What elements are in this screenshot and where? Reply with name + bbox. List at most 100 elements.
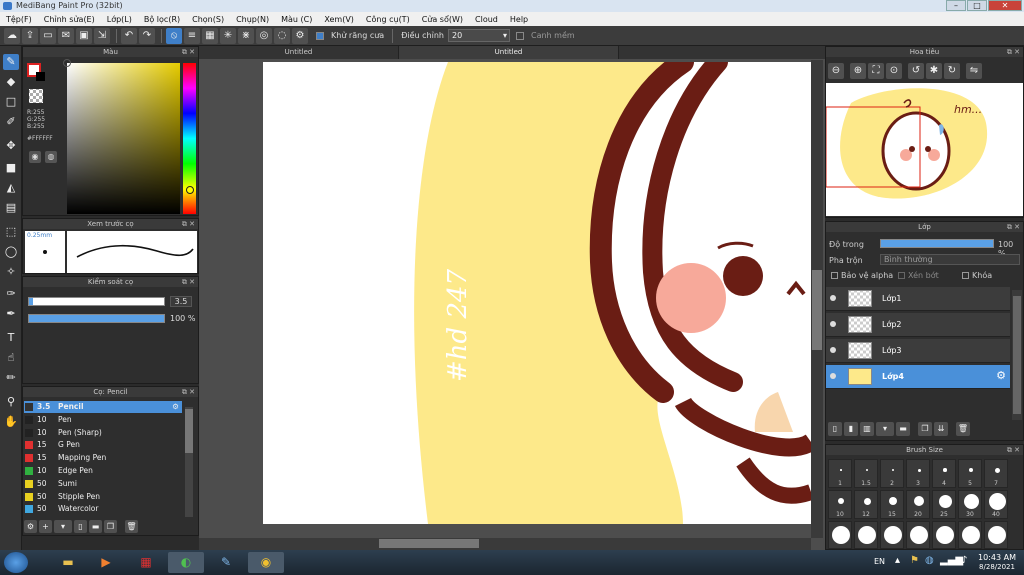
zoom-in-icon[interactable]: ⊕ [850,63,866,79]
lock-checkbox[interactable] [962,272,969,279]
tray-app-icon[interactable]: ◍ [925,555,934,566]
minimize-button[interactable]: – [946,0,966,11]
comment-icon[interactable]: ▭ [40,27,56,44]
brush-size-cell[interactable] [932,521,956,549]
merge-layer-icon[interactable]: ⇊ [934,422,948,436]
rotate-right-icon[interactable]: ↻ [944,63,960,79]
select-eraser-tool-icon[interactable]: ✒ [3,306,19,322]
chat-icon[interactable]: ✉ [58,27,74,44]
select-tool-icon[interactable]: ⬚ [3,224,19,240]
undo-icon[interactable]: ↶ [121,27,137,44]
brush-size-cell[interactable]: 15 [880,490,904,519]
menu-cloud[interactable]: Cloud [469,15,504,24]
transparent-color-swatch[interactable] [29,89,43,103]
brush-list-item[interactable]: 10 Pen [24,414,182,426]
layer-settings-icon[interactable]: ⚙ [996,369,1006,382]
brush-tool-icon[interactable]: ✎ [3,54,19,70]
language-indicator[interactable]: EN [874,557,885,566]
brush-size-value[interactable]: 3.5 [170,296,192,307]
menu-edit[interactable]: Chỉnh sửa(E) [38,15,101,24]
add-brush-icon[interactable]: + [39,520,52,533]
brush-file-icon[interactable]: ▯ [74,520,87,533]
menu-window[interactable]: Cửa sổ(W) [416,15,469,24]
brush-list-item[interactable]: 50 Stipple Pen [24,491,182,503]
maximize-button[interactable]: □ [967,0,987,11]
canvas-horizontal-scrollbar[interactable] [199,538,811,550]
brush-size-cell[interactable]: 1.5 [854,459,878,488]
menu-help[interactable]: Help [504,15,534,24]
magic-wand-tool-icon[interactable]: ✧ [3,264,19,280]
share-icon[interactable]: ⇪ [22,27,38,44]
brush-size-cell[interactable]: 3 [906,459,930,488]
cloud-icon[interactable]: ☁ [4,27,20,44]
volume-icon[interactable]: ♪ [961,555,967,566]
color-history-icon[interactable]: ◍ [45,151,57,163]
new-layer-icon[interactable]: ▯ [828,422,842,436]
tab-untitled-2[interactable]: Untitled [399,46,619,59]
flip-icon[interactable]: ⇋ [966,63,982,79]
tray-arrow-icon[interactable]: ▴ [895,555,900,566]
brush-size-cell[interactable] [880,521,904,549]
grid-snap-icon[interactable]: ▦ [202,27,218,44]
palette-icon[interactable]: ◉ [29,151,41,163]
bucket-tool-icon[interactable]: ◭ [3,180,19,196]
brush-size-cell[interactable] [854,521,878,549]
canvas-vertical-scrollbar[interactable] [811,60,823,538]
brush-size-cell[interactable]: 2 [880,459,904,488]
layer-visibility-icon[interactable] [830,295,836,301]
brush-list-item[interactable]: 10 Edge Pen [24,465,182,477]
color-picker-cursor[interactable] [63,59,71,67]
brush-size-cell[interactable] [828,521,852,549]
parallel-snap-icon[interactable]: ≡ [184,27,200,44]
network-icon[interactable]: ▂▄▆ [940,555,963,566]
brush-list-item[interactable]: 50 Watercolor [24,503,182,515]
brush-size-cell[interactable] [984,521,1008,549]
menu-color[interactable]: Màu (C) [275,15,318,24]
eraser-tool-icon[interactable]: ◆ [3,74,19,90]
saturation-value-picker[interactable] [67,63,180,214]
brush-size-cell[interactable]: 30 [958,490,982,519]
brush-list-item[interactable]: 15 Mapping Pen [24,452,182,464]
perspective-snap-icon[interactable]: ⋇ [238,27,254,44]
radial-snap-icon[interactable]: ✳ [220,27,236,44]
brush-size-slider[interactable] [28,297,165,306]
brush-list-item[interactable]: 15 G Pen [24,439,182,451]
gradient-tool-icon[interactable]: ▤ [3,200,19,216]
menu-view[interactable]: Xem(V) [318,15,360,24]
media-player-icon[interactable]: ▶ [88,552,124,573]
select-pen-tool-icon[interactable]: ✑ [3,286,19,302]
export-icon[interactable]: ⇲ [94,27,110,44]
rotate-left-icon[interactable]: ↺ [908,63,924,79]
delete-layer-icon[interactable]: 🗑 [956,422,970,436]
brush-opacity-slider[interactable] [28,314,165,323]
close-button[interactable]: ✕ [988,0,1022,11]
layer-visibility-icon[interactable] [830,321,836,327]
app-grid-icon[interactable]: ▦ [128,552,164,573]
clipping-checkbox[interactable] [898,272,905,279]
eyedropper-tool-icon[interactable]: ⚲ [3,394,19,410]
layer-row[interactable]: Lớp3 [826,339,1010,363]
brush-delete-icon[interactable]: 🗑 [125,520,138,533]
drawing-canvas[interactable]: phamlegianhu 08 #hd 247 [263,62,811,524]
text-tool-icon[interactable]: T [3,330,19,346]
layer-folder-icon[interactable]: ▬ [896,422,910,436]
hue-slider-handle[interactable] [186,186,194,194]
brush-settings-icon[interactable]: ⚙ [24,520,37,533]
brush-size-cell[interactable]: 4 [932,459,956,488]
menu-layer[interactable]: Lớp(L) [101,15,138,24]
brush-folder-icon[interactable]: ▬ [89,520,102,533]
smooth-checkbox[interactable] [515,31,524,40]
layer-row[interactable]: Lớp1 [826,287,1010,311]
menu-filter[interactable]: Bộ lọc(R) [138,15,186,24]
dot-tool-icon[interactable]: □ [3,94,19,110]
chrome-icon[interactable]: ◉ [248,552,284,573]
background-color-swatch[interactable] [36,72,45,81]
duplicate-layer-icon[interactable]: ❐ [918,422,932,436]
brush-list-scrollbar[interactable] [185,407,193,517]
brush-list-item[interactable]: 3.5 Pencil ⚙ [24,401,182,413]
actual-size-icon[interactable]: ⊙ [886,63,902,79]
menu-snap[interactable]: Chụp(N) [230,15,275,24]
redo-icon[interactable]: ↷ [139,27,155,44]
antialias-checkbox[interactable] [316,31,324,40]
brush-list-item[interactable]: 10 Pen (Sharp) [24,427,182,439]
